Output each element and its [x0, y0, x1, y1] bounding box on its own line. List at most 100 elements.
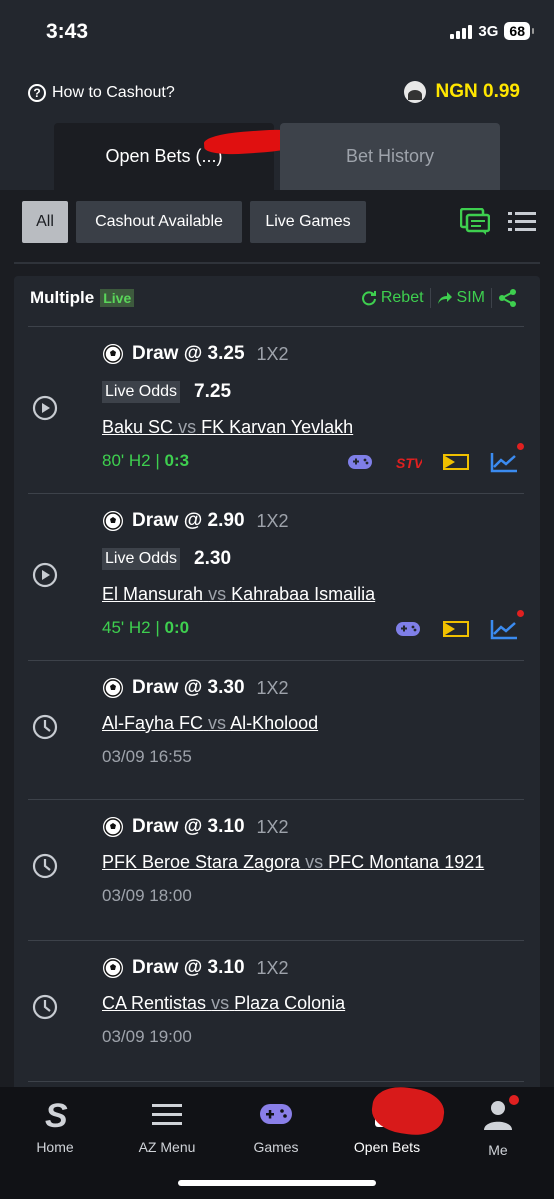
match-link[interactable]: PFK Beroe Stara Zagora vs PFC Montana 19… [102, 852, 484, 873]
filter-live-games[interactable]: Live Games [250, 201, 366, 243]
home-team: CA Rentistas [102, 993, 207, 1013]
stv-icon[interactable]: STV [394, 451, 422, 473]
sim-button[interactable]: SIM [431, 289, 491, 307]
selection-item[interactable]: Draw @ 3.30 1X2 Al-Fayha FC vs Al-Kholoo… [14, 661, 540, 799]
selection-item[interactable]: Draw @ 2.90 1X2 Live Odds 2.30 El Mansur… [14, 494, 540, 660]
live-odds-label: Live Odds [102, 381, 181, 403]
nav-me-label: Me [488, 1142, 508, 1158]
nav-home-label: Home [36, 1139, 74, 1155]
selection-pick: Draw @ 3.10 [132, 957, 245, 978]
bet-card: Multiple Live Rebet SIM Draw @ 3.25 1X2 … [14, 276, 540, 1106]
nav-games[interactable]: Games [226, 1097, 326, 1155]
live-odds-value: 2.30 [194, 548, 232, 569]
filter-cashout-available[interactable]: Cashout Available [76, 201, 242, 243]
question-icon: ? [28, 84, 46, 102]
play-icon [32, 395, 58, 421]
tab-open-bets[interactable]: Open Bets (...) [54, 123, 305, 190]
vs-label: vs [305, 852, 324, 872]
notification-dot [509, 1095, 519, 1105]
football-icon [103, 344, 123, 364]
match-clock: 80' H2 | 0:3 [102, 451, 189, 471]
list-view-icon[interactable] [508, 210, 536, 234]
svg-text:S: S [45, 1097, 68, 1131]
home-indicator [178, 1180, 376, 1186]
selection-pick-row: Draw @ 3.30 1X2 [102, 677, 289, 699]
selection-pick-row: Draw @ 3.10 1X2 [102, 816, 289, 838]
selection-pick: Draw @ 3.10 [132, 816, 245, 837]
selection-pick: Draw @ 3.30 [132, 677, 245, 698]
filter-all[interactable]: All [22, 201, 68, 243]
status-bar: 3:43 3G 68 [0, 0, 554, 64]
score: 0:0 [164, 618, 190, 637]
tab-bet-history[interactable]: Bet History [280, 123, 500, 190]
vs-label: vs [211, 993, 230, 1013]
stats-button[interactable] [490, 443, 524, 473]
gamepad-icon[interactable] [394, 618, 422, 640]
nav-me[interactable]: Me [448, 1095, 548, 1158]
vs-label: vs [208, 713, 227, 733]
match-link[interactable]: El Mansurah vs Kahrabaa Ismailia [102, 584, 375, 605]
share-icon [499, 289, 516, 307]
selection-item[interactable]: Draw @ 3.25 1X2 Live Odds 7.25 Baku SC v… [14, 327, 540, 493]
bet-type: Multiple [30, 288, 95, 307]
chart-icon [490, 620, 517, 640]
home-team: Al-Fayha FC [102, 713, 204, 733]
notification-dot [517, 610, 524, 617]
home-team: PFK Beroe Stara Zagora [102, 852, 301, 872]
away-team: PFC Montana 1921 [328, 852, 485, 872]
vs-label: vs [208, 584, 227, 604]
play-icon [32, 562, 58, 588]
balance-amount: NGN 0.99 [435, 81, 520, 102]
selection-market: 1X2 [256, 510, 289, 531]
football-icon [103, 678, 123, 698]
score: 0:3 [164, 451, 190, 470]
nav-az-menu-label: AZ Menu [138, 1139, 196, 1155]
how-to-cashout-label: How to Cashout? [52, 84, 175, 101]
gamepad-icon[interactable] [346, 451, 374, 473]
status-time: 3:43 [46, 20, 89, 43]
nav-open-bets-label: Open Bets [353, 1139, 421, 1155]
away-team: Plaza Colonia [234, 993, 346, 1013]
match-link[interactable]: Baku SC vs FK Karvan Yevlakh [102, 417, 353, 438]
selection-pick-row: Draw @ 3.25 1X2 [102, 343, 289, 365]
menu-icon [152, 1104, 182, 1125]
svg-text:STV: STV [396, 455, 422, 471]
match-link[interactable]: CA Rentistas vs Plaza Colonia [102, 993, 345, 1014]
share-button[interactable] [492, 288, 524, 308]
gamepad-icon [260, 1104, 292, 1124]
away-team: Kahrabaa Ismailia [231, 584, 376, 604]
avatar [403, 81, 426, 103]
scoreboard-icon[interactable] [442, 618, 470, 640]
home-team: El Mansurah [102, 584, 204, 604]
stats-button[interactable] [490, 610, 524, 640]
how-to-cashout-link[interactable]: ? How to Cashout? [28, 84, 175, 102]
divider [14, 262, 540, 264]
nav-az-menu[interactable]: AZ Menu [117, 1097, 217, 1155]
live-odds-row: Live Odds 7.25 [102, 381, 231, 403]
clock-icon [32, 714, 58, 740]
football-icon [103, 511, 123, 531]
chat-icon[interactable] [460, 208, 490, 236]
selection-pick-row: Draw @ 2.90 1X2 [102, 510, 289, 532]
balance[interactable]: NGN 0.99 [403, 81, 520, 103]
rebet-label: Rebet [380, 289, 424, 306]
scoreboard-icon[interactable] [442, 451, 470, 473]
rebet-button[interactable]: Rebet [355, 289, 430, 307]
divider [28, 1081, 524, 1082]
selection-pick-row: Draw @ 3.10 1X2 [102, 957, 289, 979]
nav-games-label: Games [253, 1139, 299, 1155]
selection-item[interactable]: Draw @ 3.10 1X2 PFK Beroe Stara Zagora v… [14, 800, 540, 940]
away-team: Al-Kholood [230, 713, 319, 733]
match-link[interactable]: Al-Fayha FC vs Al-Kholood [102, 713, 318, 734]
tab-bet-history-label: Bet History [345, 146, 435, 166]
clock-icon [32, 994, 58, 1020]
vs-label: vs [178, 417, 197, 437]
network-type: 3G [478, 22, 499, 40]
clock: 80' H2 | [102, 451, 160, 470]
bet-actions: Rebet SIM [355, 288, 524, 308]
status-indicators: 3G 68 [450, 22, 534, 40]
away-team: FK Karvan Yevlakh [201, 417, 354, 437]
selection-item[interactable]: Draw @ 3.10 1X2 CA Rentistas vs Plaza Co… [14, 941, 540, 1081]
selection-pick: Draw @ 3.25 [132, 343, 245, 364]
nav-home[interactable]: S Home [5, 1097, 105, 1155]
